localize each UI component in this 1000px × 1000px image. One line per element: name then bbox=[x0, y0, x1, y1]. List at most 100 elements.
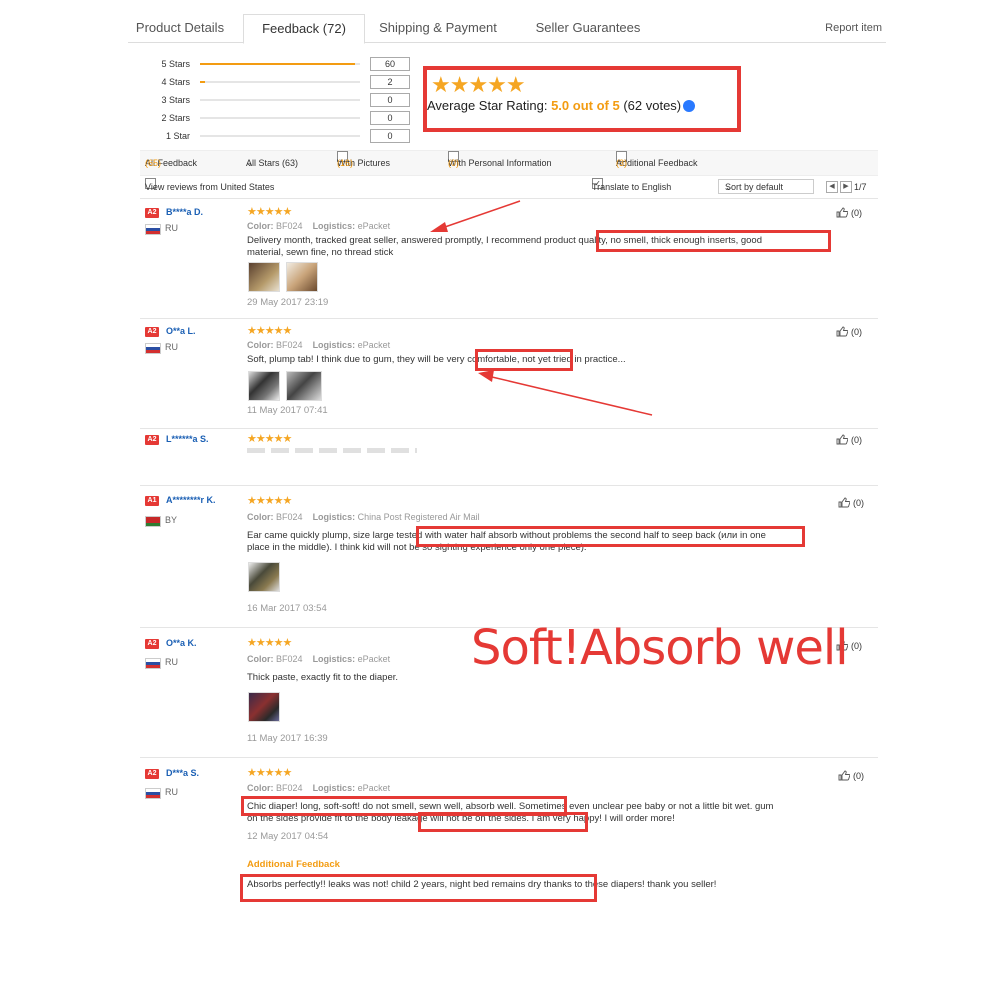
review-photo[interactable] bbox=[248, 692, 280, 722]
chevron-down-icon: ⌄ bbox=[246, 158, 254, 168]
review-meta: Color: BF024 Logistics: ePacket bbox=[247, 340, 391, 350]
average-rating-votes: (62 votes) bbox=[623, 98, 682, 113]
helpful-button[interactable]: (0) bbox=[838, 770, 864, 781]
review-stars-icon: ★★★★★ bbox=[247, 767, 292, 779]
tab-product-details[interactable]: Product Details bbox=[128, 14, 232, 42]
star-row-bar bbox=[200, 135, 360, 137]
highlight-box bbox=[418, 812, 588, 832]
thumbs-up-icon bbox=[836, 326, 848, 337]
arrow-line bbox=[441, 200, 521, 229]
review-date: 12 May 2017 04:54 bbox=[247, 831, 329, 842]
review-photo[interactable] bbox=[286, 262, 318, 292]
reviewer-name[interactable]: O**a K. bbox=[166, 638, 197, 648]
divider bbox=[140, 757, 878, 758]
thumbs-up-icon bbox=[836, 434, 848, 445]
flag-by-icon bbox=[145, 516, 161, 527]
reviewer-name[interactable]: O**a L. bbox=[166, 326, 196, 336]
star-row-label: 2 Stars bbox=[161, 113, 190, 123]
review-meta: Color: BF024 Logistics: ePacket bbox=[247, 654, 391, 664]
thumbs-up-icon bbox=[838, 497, 850, 508]
flag-ru-icon bbox=[145, 658, 161, 669]
feedback-filter-bar: All Feedback (65) All Stars (63) ⌄ With … bbox=[140, 150, 878, 176]
star-row-5[interactable]: 5 Stars 60 bbox=[150, 57, 410, 71]
star-row-4[interactable]: 4 Stars 2 bbox=[150, 75, 410, 89]
annotation-arrows bbox=[430, 200, 653, 416]
average-stars-icon: ★★★★★ bbox=[431, 72, 526, 97]
tab-shipping-payment[interactable]: Shipping & Payment bbox=[368, 14, 508, 42]
star-row-bar bbox=[200, 117, 360, 119]
review-photo[interactable] bbox=[248, 371, 280, 401]
reviewer-name[interactable]: A********r K. bbox=[166, 495, 216, 505]
divider bbox=[140, 428, 878, 429]
reviewer-country: RU bbox=[165, 342, 178, 352]
next-page-icon[interactable]: ▶ bbox=[840, 181, 852, 193]
star-row-count: 2 bbox=[370, 75, 410, 89]
star-row-label: 5 Stars bbox=[161, 59, 190, 69]
star-row-2[interactable]: 2 Stars 0 bbox=[150, 111, 410, 125]
review-photo[interactable] bbox=[248, 262, 280, 292]
tab-seller-guarantees[interactable]: Seller Guarantees bbox=[520, 14, 656, 42]
chevron-down-icon: ⌄ bbox=[725, 182, 733, 192]
info-dot-icon bbox=[683, 100, 696, 112]
helpful-button[interactable]: (0) bbox=[838, 497, 864, 508]
star-row-count: 0 bbox=[370, 111, 410, 125]
star-row-label: 4 Stars bbox=[161, 77, 190, 87]
star-row-bar bbox=[200, 81, 360, 83]
sort-dropdown[interactable]: Sort by default ⌄ bbox=[718, 179, 814, 194]
star-row-label: 3 Stars bbox=[161, 95, 190, 105]
divider bbox=[140, 485, 878, 486]
reviewer-name[interactable]: D***a S. bbox=[166, 768, 199, 778]
thumbs-up-icon bbox=[836, 207, 848, 218]
review-date: 11 May 2017 16:39 bbox=[247, 733, 328, 744]
review-meta: Color: BF024 Logistics: China Post Regis… bbox=[247, 512, 480, 522]
buyer-level-badge: A1 bbox=[145, 496, 159, 506]
buyer-level-badge: A2 bbox=[145, 639, 159, 649]
highlight-box bbox=[416, 526, 805, 547]
star-row-bar bbox=[200, 63, 360, 65]
helpful-button[interactable]: (0) bbox=[836, 207, 862, 218]
review-meta: Color: BF024 Logistics: ePacket bbox=[247, 221, 391, 231]
flag-ru-icon bbox=[145, 343, 161, 354]
feedback-tabbar: Product Details Feedback (72) Shipping &… bbox=[128, 14, 886, 44]
star-row-label: 1 Star bbox=[165, 131, 190, 141]
report-item-link[interactable]: Report item bbox=[825, 14, 882, 42]
star-row-count: 0 bbox=[370, 93, 410, 107]
review-photo[interactable] bbox=[286, 371, 322, 401]
thumbs-up-icon bbox=[838, 770, 850, 781]
buyer-level-badge: A2 bbox=[145, 327, 159, 337]
star-row-bar-fill bbox=[200, 63, 356, 65]
star-row-bar-fill bbox=[200, 81, 205, 83]
average-rating-label: Average Star Rating: bbox=[427, 98, 548, 113]
review-photo[interactable] bbox=[248, 562, 280, 592]
review-stars-icon: ★★★★★ bbox=[247, 433, 292, 445]
reviewer-country: BY bbox=[165, 515, 178, 525]
reviewer-country: RU bbox=[165, 223, 178, 233]
reviewer-name[interactable]: L******a S. bbox=[166, 434, 209, 444]
additional-feedback-label: Additional Feedback bbox=[247, 859, 340, 870]
prev-page-icon[interactable]: ◀ bbox=[826, 181, 838, 193]
feedback-options-bar: View reviews from United States Translat… bbox=[140, 178, 878, 196]
helpful-button[interactable]: (0) bbox=[836, 326, 862, 337]
helpful-button[interactable]: (0) bbox=[836, 434, 862, 445]
reviewer-country: RU bbox=[165, 787, 178, 797]
tab-feedback[interactable]: Feedback (72) bbox=[243, 14, 365, 44]
review-stars-icon: ★★★★★ bbox=[247, 206, 292, 218]
arrow-line bbox=[491, 376, 653, 416]
buyer-level-badge: A2 bbox=[145, 435, 159, 445]
arrow-head-icon bbox=[478, 370, 494, 382]
review-date: 16 Mar 2017 03:54 bbox=[247, 603, 327, 614]
reviewer-country: RU bbox=[165, 657, 178, 667]
average-rating-highlight: ★★★★★ Average Star Rating: 5.0 out of 5 … bbox=[423, 66, 741, 132]
average-rating-value: 5.0 out of 5 bbox=[551, 98, 620, 113]
arrow-head-icon bbox=[430, 222, 448, 232]
flag-ru-icon bbox=[145, 224, 161, 235]
review-date: 11 May 2017 07:41 bbox=[247, 405, 328, 416]
average-rating-text: Average Star Rating: 5.0 out of 5 (62 vo… bbox=[427, 98, 696, 113]
reviewer-name[interactable]: B****a D. bbox=[166, 207, 203, 217]
buyer-level-badge: A2 bbox=[145, 208, 159, 218]
star-row-1[interactable]: 1 Star 0 bbox=[150, 129, 410, 143]
annotation-caption: Soft!Absorb well bbox=[471, 620, 849, 676]
star-row-bar bbox=[200, 99, 360, 101]
star-row-count: 60 bbox=[370, 57, 410, 71]
star-row-3[interactable]: 3 Stars 0 bbox=[150, 93, 410, 107]
